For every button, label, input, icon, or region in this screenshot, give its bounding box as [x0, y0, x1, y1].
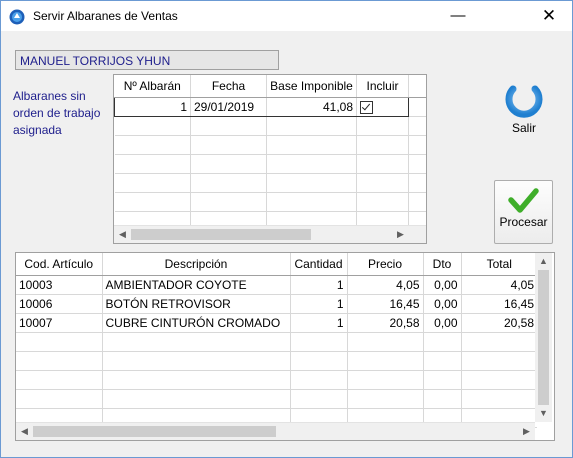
lineas-hscrollbar[interactable]: ◀ ▶	[16, 422, 535, 440]
col-header-cod[interactable]: Cod. Artículo	[16, 253, 103, 276]
scroll-thumb[interactable]	[131, 229, 311, 240]
power-icon	[505, 76, 543, 118]
lineas-header-row: Cod. Artículo Descripción Cantidad Preci…	[16, 253, 537, 276]
cell-precio[interactable]: 16,45	[347, 294, 424, 314]
albaranes-grid[interactable]: Nº Albarán Fecha Base Imponible Incluir …	[113, 74, 427, 244]
table-row[interactable]: 10006 BOTÓN RETROVISOR 1 16,45 0,00 16,4…	[16, 294, 537, 314]
cell-total[interactable]: 20,58	[461, 313, 537, 333]
col-header-incluir[interactable]: Incluir	[356, 75, 409, 98]
empty-row	[114, 135, 426, 155]
salir-button[interactable]: Salir	[498, 76, 550, 137]
col-header-base[interactable]: Base Imponible	[266, 75, 357, 98]
window-title: Servir Albaranes de Ventas	[33, 9, 178, 23]
close-button[interactable]: ✕	[526, 1, 572, 31]
app-icon	[9, 9, 25, 25]
cell-desc[interactable]: CUBRE CINTURÓN CROMADO	[102, 313, 291, 333]
lineas-vscrollbar[interactable]: ▲ ▼	[535, 253, 552, 422]
cell-desc[interactable]: AMBIENTADOR COYOTE	[102, 275, 291, 295]
table-row[interactable]: 1 29/01/2019 41,08	[114, 97, 426, 117]
lineas-table: Cod. Artículo Descripción Cantidad Preci…	[16, 253, 537, 428]
header-spacer	[408, 75, 426, 98]
albaranes-header-row: Nº Albarán Fecha Base Imponible Incluir	[114, 75, 426, 98]
cell-cod[interactable]: 10007	[16, 313, 103, 333]
scroll-thumb[interactable]	[538, 270, 549, 405]
albaranes-label: Albaranes sin orden de trabajo asignada	[13, 89, 101, 137]
window: Servir Albaranes de Ventas — ✕ MANUEL TO…	[0, 0, 573, 458]
col-header-descripcion[interactable]: Descripción	[102, 253, 291, 276]
salir-label: Salir	[511, 121, 536, 135]
incluir-checkbox[interactable]	[360, 101, 373, 115]
col-header-total[interactable]: Total	[461, 253, 537, 276]
scroll-left-icon[interactable]: ◀	[16, 423, 33, 440]
cell-precio[interactable]: 20,58	[347, 313, 424, 333]
minimize-button[interactable]: —	[435, 1, 481, 31]
scroll-down-icon[interactable]: ▼	[535, 405, 552, 422]
empty-row	[114, 192, 426, 212]
customer-name-field: MANUEL TORRIJOS YHUN	[15, 50, 279, 70]
row-spacer	[408, 97, 426, 117]
cell-cod[interactable]: 10006	[16, 294, 103, 314]
empty-row	[16, 370, 537, 390]
empty-row	[16, 389, 537, 409]
table-row[interactable]: 10007 CUBRE CINTURÓN CROMADO 1 20,58 0,0…	[16, 313, 537, 333]
scroll-right-icon[interactable]: ▶	[518, 423, 535, 440]
albaranes-table: Nº Albarán Fecha Base Imponible Incluir …	[114, 75, 426, 231]
scroll-left-icon[interactable]: ◀	[114, 226, 131, 243]
empty-row	[16, 351, 537, 371]
empty-row	[114, 154, 426, 174]
cell-incluir[interactable]	[356, 97, 409, 117]
procesar-label: Procesar	[499, 215, 548, 229]
procesar-button[interactable]: Procesar	[494, 180, 553, 244]
cell-dto[interactable]: 0,00	[423, 294, 462, 314]
empty-row	[16, 332, 537, 352]
cell-desc[interactable]: BOTÓN RETROVISOR	[102, 294, 291, 314]
col-header-dto[interactable]: Dto	[423, 253, 462, 276]
cell-numero[interactable]: 1	[114, 97, 191, 117]
cell-cod[interactable]: 10003	[16, 275, 103, 295]
client-area: MANUEL TORRIJOS YHUN Albaranes sin orden…	[1, 31, 572, 457]
title-bar: Servir Albaranes de Ventas — ✕	[1, 1, 572, 31]
col-header-numero[interactable]: Nº Albarán	[114, 75, 191, 98]
scroll-thumb[interactable]	[33, 426, 276, 437]
cell-cantidad[interactable]: 1	[290, 294, 348, 314]
table-row[interactable]: 10003 AMBIENTADOR COYOTE 1 4,05 0,00 4,0…	[16, 275, 537, 295]
cell-dto[interactable]: 0,00	[423, 313, 462, 333]
cell-base[interactable]: 41,08	[266, 97, 357, 117]
cell-cantidad[interactable]: 1	[290, 275, 348, 295]
empty-row	[114, 173, 426, 193]
checkmark-icon	[508, 188, 539, 213]
cell-dto[interactable]: 0,00	[423, 275, 462, 295]
cell-total[interactable]: 16,45	[461, 294, 537, 314]
cell-total[interactable]: 4,05	[461, 275, 537, 295]
cell-precio[interactable]: 4,05	[347, 275, 424, 295]
cell-cantidad[interactable]: 1	[290, 313, 348, 333]
cell-fecha[interactable]: 29/01/2019	[190, 97, 267, 117]
empty-row	[114, 116, 426, 136]
albaranes-hscrollbar[interactable]: ◀ ▶	[114, 225, 426, 243]
col-header-cantidad[interactable]: Cantidad	[290, 253, 348, 276]
col-header-precio[interactable]: Precio	[347, 253, 424, 276]
scroll-up-icon[interactable]: ▲	[535, 253, 552, 270]
scroll-right-icon[interactable]: ▶	[392, 226, 409, 243]
lineas-grid[interactable]: Cod. Artículo Descripción Cantidad Preci…	[15, 252, 555, 441]
col-header-fecha[interactable]: Fecha	[190, 75, 267, 98]
